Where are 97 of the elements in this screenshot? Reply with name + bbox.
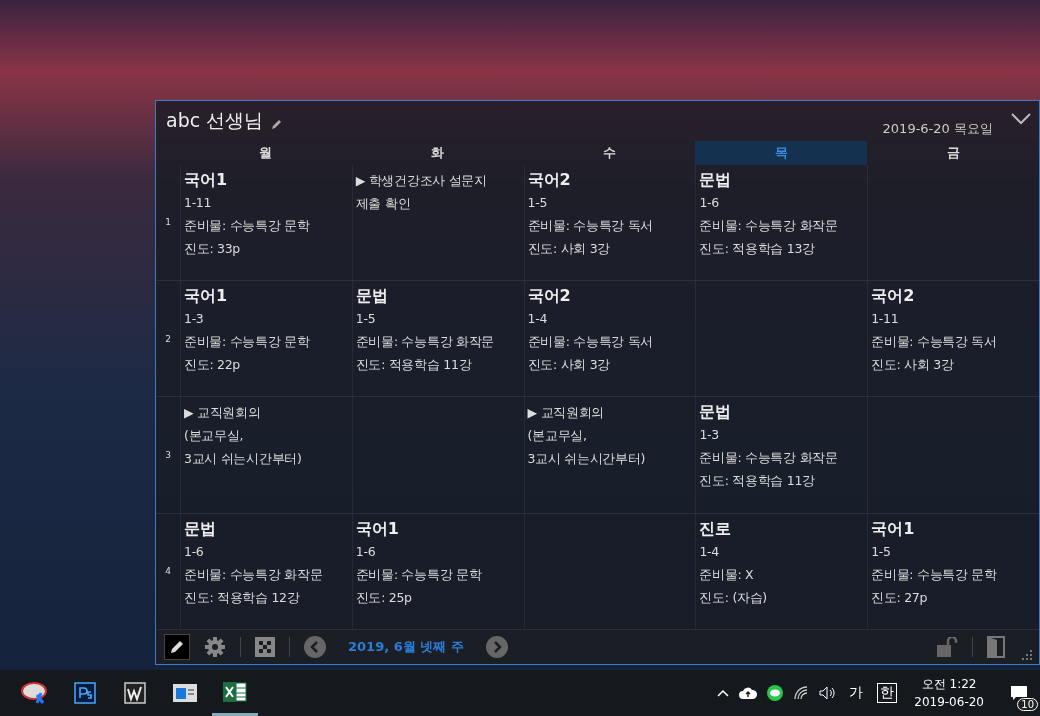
materials-label: 준비물: 수능특강 문학 (871, 565, 998, 584)
materials-label: 준비물: 수능특강 문학 (184, 216, 311, 235)
subject-label: 국어1 (184, 285, 229, 307)
subject-label: 국어1 (184, 168, 229, 191)
progress-label: 진도: 22p (184, 356, 241, 374)
widget-title: abc 선생님 (166, 107, 264, 133)
period-number: 2 (165, 333, 171, 344)
input-mode-indicator[interactable]: 가 (849, 684, 864, 702)
materials-label: 준비물: 수능특강 화작문 (355, 333, 496, 351)
subject-label: 문법 (355, 285, 389, 307)
chevron-up-icon[interactable] (717, 689, 730, 697)
subject-label: 국어2 (871, 285, 916, 307)
materials-label: 준비물: 수능특강 문학 (184, 333, 311, 351)
subject-label: 문법 (699, 401, 733, 424)
language-indicator[interactable]: 한 (877, 683, 898, 703)
memo-text: ▶ 교직원회의 (본교무실, 3교시 쉬는시간부터) (527, 404, 647, 469)
materials-label: 준비물: 수능특강 화작문 (699, 216, 839, 235)
materials-label: 준비물: X (699, 565, 755, 584)
previous-week-icon[interactable] (304, 636, 326, 658)
materials-label: 준비물: 수능특강 문학 (355, 565, 483, 584)
day-header[interactable]: 월 (180, 140, 352, 165)
clock-date[interactable]: 2019-06-20 (914, 693, 984, 711)
timetable-cell[interactable]: 문법 1-3 준비물: 수능특강 화작문 진도: 적용학습 11강 (695, 397, 868, 514)
timetable-cell[interactable] (867, 164, 1039, 281)
edit-button[interactable] (164, 634, 190, 660)
materials-label: 준비물: 수능특강 화작문 (184, 565, 324, 584)
subject-label: 국어2 (527, 285, 572, 307)
period-number: 4 (165, 566, 171, 577)
timetable-cell[interactable]: ▶ 교직원회의 (본교무실, 3교시 쉬는시간부터) (523, 397, 696, 514)
notification-center-icon[interactable] (1010, 685, 1028, 701)
door-icon[interactable] (987, 636, 1005, 658)
clock-time[interactable]: 오전 1:22 (921, 675, 977, 693)
cloud-upload-icon[interactable] (739, 687, 758, 699)
progress-label: 진도: 27p (871, 588, 929, 607)
progress-label: 진도: 33p (184, 239, 241, 258)
subject-label: 국어2 (527, 168, 572, 191)
subject-label: 진로 (699, 517, 733, 540)
progress-label: 진도: 적용학습 13강 (699, 239, 816, 258)
date-label: 2019-6-20 목요일 (882, 119, 993, 138)
subject-label: 문법 (184, 517, 217, 540)
next-week-icon[interactable] (485, 636, 508, 658)
timetable-cell[interactable]: 국어2 1-5 준비물: 수능특강 독서 진도: 사회 3강 (523, 164, 696, 281)
class-label: 1-6 (184, 542, 205, 561)
week-label: 2019, 6월 넷째 주 (348, 638, 464, 656)
period-number: 1 (165, 217, 171, 228)
class-label: 1-3 (699, 426, 720, 445)
timetable-cell[interactable]: ▶ 교직원회의 (본교무실, 3교시 쉬는시간부터) (180, 397, 352, 514)
progress-label: 진도: 적용학습 11강 (699, 472, 816, 491)
materials-label: 준비물: 수능특강 독서 (527, 333, 655, 351)
materials-label: 준비물: 수능특강 화작문 (699, 449, 839, 468)
class-label: 1-5 (871, 542, 892, 561)
materials-label: 준비물: 수능특강 독서 (527, 216, 655, 235)
memo-text: ▶ 학생건강조사 설문지 제출 확인 (355, 171, 488, 213)
period-number: 3 (165, 450, 171, 460)
timetable-cell[interactable]: ▶ 학생건강조사 설문지 제출 확인 (351, 164, 524, 281)
speaker-icon[interactable] (819, 686, 838, 700)
wifi-icon[interactable] (793, 686, 810, 700)
materials-label: 준비물: 수능특강 독서 (871, 333, 998, 351)
progress-label: 진도: 사회 3강 (527, 239, 611, 258)
timetable-cell[interactable]: 문법 1-6 준비물: 수능특강 화작문 진도: 적용학습 13강 (695, 164, 868, 281)
day-header[interactable]: 목 (695, 140, 868, 165)
progress-label: 진도: 사회 3강 (871, 356, 955, 374)
progress-label: 진도: 적용학습 12강 (184, 588, 301, 607)
class-label: 1-4 (527, 310, 549, 328)
chevron-down-icon[interactable] (1011, 112, 1031, 125)
class-label: 1-6 (355, 542, 377, 561)
notification-count: 10 (1017, 698, 1038, 711)
day-header[interactable]: 화 (351, 140, 524, 165)
progress-label: 진도: (자습) (699, 588, 768, 607)
resize-grip-icon[interactable] (1019, 648, 1033, 662)
class-label: 1-5 (355, 310, 377, 328)
pencil-icon (169, 639, 185, 655)
class-label: 1-4 (699, 542, 720, 561)
day-header[interactable]: 금 (867, 140, 1039, 165)
progress-label: 진도: 25p (355, 588, 413, 607)
memo-text: ▶ 교직원회의 (본교무실, 3교시 쉬는시간부터) (184, 404, 303, 469)
class-label: 1-6 (699, 193, 720, 212)
chat-bubble-icon[interactable] (767, 685, 784, 701)
timetable-cell[interactable]: 국어2 1-4 준비물: 수능특강 독서 진도: 사회 3강 (523, 281, 696, 398)
subject-label: 문법 (699, 168, 733, 191)
progress-label: 진도: 적용학습 11강 (355, 356, 473, 374)
pencil-icon[interactable] (271, 117, 284, 130)
checker-grid-icon[interactable] (255, 637, 275, 657)
class-label: 1-5 (527, 193, 549, 212)
unlocked-padlock-icon[interactable] (936, 637, 958, 657)
day-header[interactable]: 수 (523, 140, 696, 165)
class-label: 1-11 (871, 310, 900, 328)
timetable-cell[interactable]: 국어1 1-11 준비물: 수능특강 문학 진도: 33p (180, 164, 352, 281)
timetable-cell[interactable]: 국어2 1-11 준비물: 수능특강 독서 진도: 사회 3강 (867, 281, 1039, 398)
timetable-cell[interactable] (867, 397, 1039, 514)
class-label: 1-3 (184, 310, 205, 328)
progress-label: 진도: 사회 3강 (527, 356, 611, 374)
subject-label: 국어1 (871, 517, 916, 540)
timetable-cell[interactable]: 문법 1-5 준비물: 수능특강 화작문 진도: 적용학습 11강 (351, 281, 524, 398)
subject-label: 국어1 (355, 517, 400, 540)
class-label: 1-11 (184, 193, 213, 212)
timetable-cell[interactable]: 국어1 1-3 준비물: 수능특강 문학 진도: 22p (180, 281, 352, 398)
